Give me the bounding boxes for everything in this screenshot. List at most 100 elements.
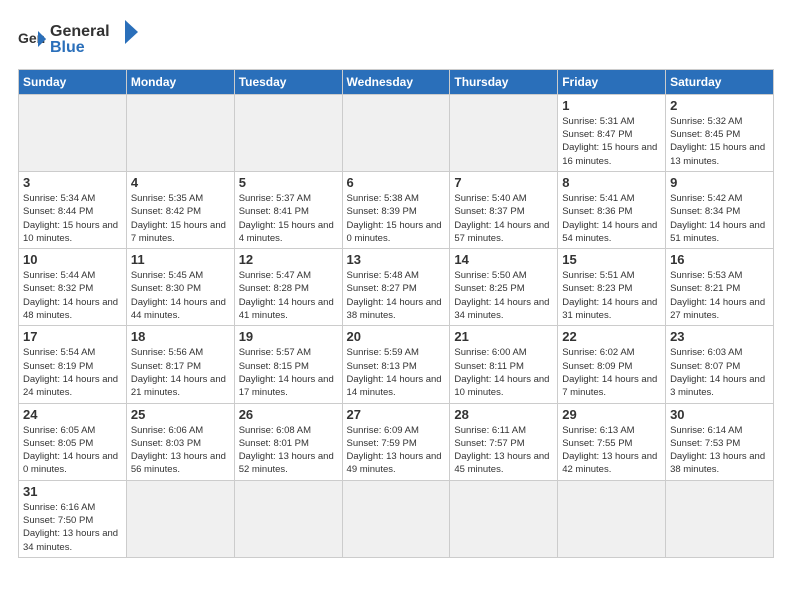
day-number: 4 <box>131 175 230 190</box>
day-info: Sunrise: 5:53 AM Sunset: 8:21 PM Dayligh… <box>670 269 769 322</box>
weekday-header-thursday: Thursday <box>450 69 558 94</box>
week-row-5: 31 Sunrise: 6:16 AM Sunset: 7:50 PM Dayli… <box>19 480 774 557</box>
day-cell: 15 Sunrise: 5:51 AM Sunset: 8:23 PM Dayli… <box>558 249 666 326</box>
day-number: 5 <box>239 175 338 190</box>
week-row-0: 1 Sunrise: 5:31 AM Sunset: 8:47 PM Daylig… <box>19 94 774 171</box>
day-info: Sunrise: 6:06 AM Sunset: 8:03 PM Dayligh… <box>131 424 230 477</box>
day-info: Sunrise: 5:59 AM Sunset: 8:13 PM Dayligh… <box>347 346 446 399</box>
weekday-header-sunday: Sunday <box>19 69 127 94</box>
day-cell: 16 Sunrise: 5:53 AM Sunset: 8:21 PM Dayli… <box>666 249 774 326</box>
day-info: Sunrise: 6:00 AM Sunset: 8:11 PM Dayligh… <box>454 346 553 399</box>
week-row-4: 24Sunrise: 6:05 AM Sunset: 8:05 PM Dayli… <box>19 403 774 480</box>
day-cell: 24Sunrise: 6:05 AM Sunset: 8:05 PM Dayli… <box>19 403 127 480</box>
day-number: 15 <box>562 252 661 267</box>
page: General General Blue SundayMondayTuesda <box>0 0 792 568</box>
day-cell: 31 Sunrise: 6:16 AM Sunset: 7:50 PM Dayli… <box>19 480 127 557</box>
day-cell: 7 Sunrise: 5:40 AM Sunset: 8:37 PM Daylig… <box>450 171 558 248</box>
day-info: Sunrise: 5:54 AM Sunset: 8:19 PM Dayligh… <box>23 346 122 399</box>
day-number: 16 <box>670 252 769 267</box>
day-cell <box>234 480 342 557</box>
day-number: 23 <box>670 329 769 344</box>
day-cell: 1 Sunrise: 5:31 AM Sunset: 8:47 PM Daylig… <box>558 94 666 171</box>
day-cell <box>19 94 127 171</box>
day-number: 28 <box>454 407 553 422</box>
day-cell: 9 Sunrise: 5:42 AM Sunset: 8:34 PM Daylig… <box>666 171 774 248</box>
day-info: Sunrise: 5:48 AM Sunset: 8:27 PM Dayligh… <box>347 269 446 322</box>
calendar-table: SundayMondayTuesdayWednesdayThursdayFrid… <box>18 69 774 558</box>
day-cell <box>450 94 558 171</box>
day-info: Sunrise: 5:32 AM Sunset: 8:45 PM Dayligh… <box>670 115 769 168</box>
day-info: Sunrise: 5:57 AM Sunset: 8:15 PM Dayligh… <box>239 346 338 399</box>
day-number: 31 <box>23 484 122 499</box>
day-number: 9 <box>670 175 769 190</box>
day-number: 18 <box>131 329 230 344</box>
weekday-header-wednesday: Wednesday <box>342 69 450 94</box>
day-info: Sunrise: 5:50 AM Sunset: 8:25 PM Dayligh… <box>454 269 553 322</box>
day-cell: 8Sunrise: 5:41 AM Sunset: 8:36 PM Daylig… <box>558 171 666 248</box>
day-cell <box>342 480 450 557</box>
day-cell: 13 Sunrise: 5:48 AM Sunset: 8:27 PM Dayli… <box>342 249 450 326</box>
day-info: Sunrise: 5:45 AM Sunset: 8:30 PM Dayligh… <box>131 269 230 322</box>
day-info: Sunrise: 5:56 AM Sunset: 8:17 PM Dayligh… <box>131 346 230 399</box>
logo: General General Blue <box>18 18 140 61</box>
day-cell <box>126 480 234 557</box>
day-cell: 11Sunrise: 5:45 AM Sunset: 8:30 PM Dayli… <box>126 249 234 326</box>
day-cell: 10 Sunrise: 5:44 AM Sunset: 8:32 PM Dayli… <box>19 249 127 326</box>
day-info: Sunrise: 5:42 AM Sunset: 8:34 PM Dayligh… <box>670 192 769 245</box>
day-number: 2 <box>670 98 769 113</box>
day-number: 12 <box>239 252 338 267</box>
day-number: 17 <box>23 329 122 344</box>
day-cell: 27Sunrise: 6:09 AM Sunset: 7:59 PM Dayli… <box>342 403 450 480</box>
day-number: 3 <box>23 175 122 190</box>
day-info: Sunrise: 6:16 AM Sunset: 7:50 PM Dayligh… <box>23 501 122 554</box>
day-cell <box>126 94 234 171</box>
day-info: Sunrise: 5:34 AM Sunset: 8:44 PM Dayligh… <box>23 192 122 245</box>
day-number: 7 <box>454 175 553 190</box>
day-number: 27 <box>347 407 446 422</box>
day-number: 22 <box>562 329 661 344</box>
day-number: 14 <box>454 252 553 267</box>
day-info: Sunrise: 5:31 AM Sunset: 8:47 PM Dayligh… <box>562 115 661 168</box>
day-cell: 2 Sunrise: 5:32 AM Sunset: 8:45 PM Daylig… <box>666 94 774 171</box>
day-number: 13 <box>347 252 446 267</box>
day-cell: 20Sunrise: 5:59 AM Sunset: 8:13 PM Dayli… <box>342 326 450 403</box>
svg-text:General: General <box>50 23 110 40</box>
day-cell: 5Sunrise: 5:37 AM Sunset: 8:41 PM Daylig… <box>234 171 342 248</box>
day-info: Sunrise: 5:38 AM Sunset: 8:39 PM Dayligh… <box>347 192 446 245</box>
weekday-header-row: SundayMondayTuesdayWednesdayThursdayFrid… <box>19 69 774 94</box>
day-cell <box>450 480 558 557</box>
day-info: Sunrise: 6:03 AM Sunset: 8:07 PM Dayligh… <box>670 346 769 399</box>
day-cell: 29Sunrise: 6:13 AM Sunset: 7:55 PM Dayli… <box>558 403 666 480</box>
day-cell: 12 Sunrise: 5:47 AM Sunset: 8:28 PM Dayli… <box>234 249 342 326</box>
logo-text: General Blue <box>50 18 140 61</box>
day-info: Sunrise: 5:51 AM Sunset: 8:23 PM Dayligh… <box>562 269 661 322</box>
day-info: Sunrise: 6:14 AM Sunset: 7:53 PM Dayligh… <box>670 424 769 477</box>
logo-icon: General <box>18 27 46 51</box>
day-info: Sunrise: 5:47 AM Sunset: 8:28 PM Dayligh… <box>239 269 338 322</box>
day-info: Sunrise: 6:05 AM Sunset: 8:05 PM Dayligh… <box>23 424 122 477</box>
day-number: 30 <box>670 407 769 422</box>
weekday-header-friday: Friday <box>558 69 666 94</box>
header: General General Blue <box>18 18 774 61</box>
day-number: 21 <box>454 329 553 344</box>
day-number: 1 <box>562 98 661 113</box>
day-cell: 14 Sunrise: 5:50 AM Sunset: 8:25 PM Dayli… <box>450 249 558 326</box>
day-cell: 3 Sunrise: 5:34 AM Sunset: 8:44 PM Daylig… <box>19 171 127 248</box>
day-cell <box>342 94 450 171</box>
day-number: 19 <box>239 329 338 344</box>
day-number: 10 <box>23 252 122 267</box>
day-info: Sunrise: 5:44 AM Sunset: 8:32 PM Dayligh… <box>23 269 122 322</box>
day-cell: 23 Sunrise: 6:03 AM Sunset: 8:07 PM Dayli… <box>666 326 774 403</box>
day-info: Sunrise: 5:40 AM Sunset: 8:37 PM Dayligh… <box>454 192 553 245</box>
day-cell: 28Sunrise: 6:11 AM Sunset: 7:57 PM Dayli… <box>450 403 558 480</box>
weekday-header-monday: Monday <box>126 69 234 94</box>
day-cell: 4Sunrise: 5:35 AM Sunset: 8:42 PM Daylig… <box>126 171 234 248</box>
day-cell: 22Sunrise: 6:02 AM Sunset: 8:09 PM Dayli… <box>558 326 666 403</box>
week-row-2: 10 Sunrise: 5:44 AM Sunset: 8:32 PM Dayli… <box>19 249 774 326</box>
week-row-3: 17 Sunrise: 5:54 AM Sunset: 8:19 PM Dayli… <box>19 326 774 403</box>
day-number: 6 <box>347 175 446 190</box>
day-cell: 21 Sunrise: 6:00 AM Sunset: 8:11 PM Dayli… <box>450 326 558 403</box>
day-cell: 6 Sunrise: 5:38 AM Sunset: 8:39 PM Daylig… <box>342 171 450 248</box>
day-info: Sunrise: 5:41 AM Sunset: 8:36 PM Dayligh… <box>562 192 661 245</box>
weekday-header-saturday: Saturday <box>666 69 774 94</box>
